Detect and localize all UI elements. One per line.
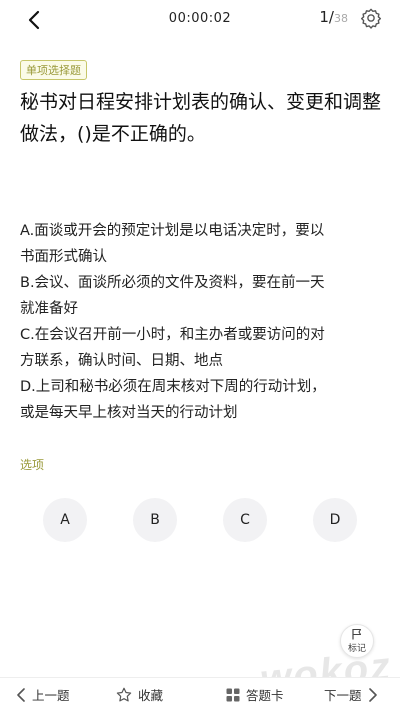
current-question-number: 1/	[319, 8, 334, 26]
choice-c-button[interactable]: C	[223, 498, 267, 542]
choice-d-button[interactable]: D	[313, 498, 357, 542]
option-a-line-2[interactable]: 书面形式确认	[20, 244, 382, 270]
flag-icon	[352, 628, 362, 640]
favorite-button[interactable]: 收藏	[116, 685, 163, 704]
prev-question-label: 上一题	[32, 688, 70, 703]
option-a-line-1[interactable]: A.面谈或开会的预定计划是以电话决定时，要以	[20, 218, 382, 244]
next-question-label: 下一题	[324, 688, 362, 703]
grid-icon	[226, 688, 240, 701]
star-icon	[116, 687, 132, 701]
option-d-line-1[interactable]: D.上司和秘书必须在周末核对下周的行动计划，	[20, 374, 382, 400]
answer-card-label: 答题卡	[246, 688, 284, 703]
chevron-left-icon	[17, 687, 25, 702]
chevron-right-icon	[368, 687, 377, 702]
mark-button[interactable]: 标记	[340, 624, 374, 658]
total-questions: 38	[334, 12, 348, 25]
answer-card-button[interactable]: 答题卡	[226, 685, 284, 704]
option-c-line-2[interactable]: 方联系，确认时间、日期、地点	[20, 348, 382, 374]
question-text: 秘书对日程安排计划表的确认、变更和调整做法，()是不正确的。	[20, 91, 382, 145]
option-list: A.面谈或开会的预定计划是以电话决定时，要以 书面形式确认 B.会议、面谈所必须…	[20, 218, 382, 426]
option-b-line-1[interactable]: B.会议、面谈所必须的文件及资料，要在前一天	[20, 270, 382, 296]
choice-b-button[interactable]: B	[133, 498, 177, 542]
mark-label: 标记	[347, 644, 366, 654]
question-counter: 1/38	[319, 8, 348, 26]
bottom-bar: 上一题 收藏 答题卡 下一题	[0, 677, 400, 710]
gear-icon[interactable]	[360, 7, 382, 29]
choices-label: 选项	[20, 458, 45, 472]
choice-a-button[interactable]: A	[43, 498, 87, 542]
option-c-line-1[interactable]: C.在会议召开前一小时，和主办者或要访问的对	[20, 322, 382, 348]
next-question-button[interactable]: 下一题	[324, 685, 378, 704]
question-type-badge: 单项选择题	[20, 60, 87, 80]
favorite-label: 收藏	[138, 688, 164, 703]
top-bar: 00:00:02 1/38	[0, 0, 400, 40]
option-d-line-2[interactable]: 或是每天早上核对当天的行动计划	[20, 400, 382, 426]
prev-question-button[interactable]: 上一题	[16, 685, 70, 704]
option-b-line-2[interactable]: 就准备好	[20, 296, 382, 322]
